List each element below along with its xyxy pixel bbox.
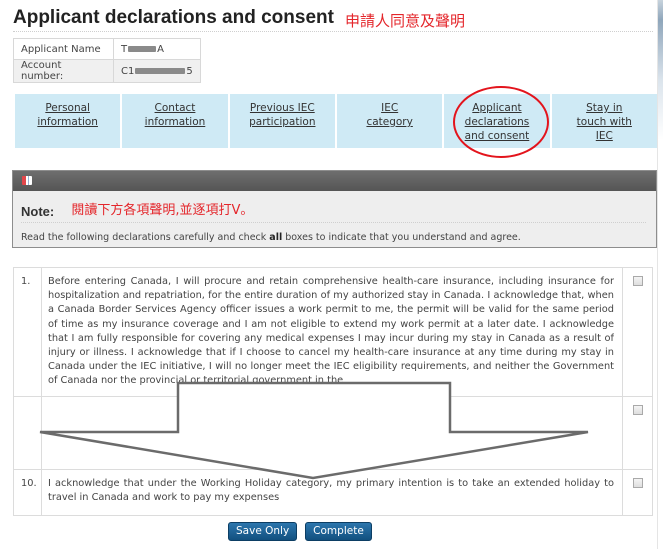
- note-text-bold: all: [269, 232, 283, 243]
- applicant-name-suffix: A: [157, 43, 164, 55]
- step-applicant-declarations: Applicant declarations and consent: [444, 94, 550, 148]
- note-panel: Note: 閱讀下方各項聲明,並逐項打V。 Read the following…: [12, 170, 657, 248]
- note-title-row: Note: 閱讀下方各項聲明,並逐項打V。: [21, 199, 646, 223]
- declaration-number: 1.: [13, 267, 42, 397]
- note-label: Note:: [21, 204, 55, 219]
- redaction-bar: [128, 45, 157, 52]
- step-link[interactable]: Applicant declarations and consent: [464, 101, 530, 143]
- account-number-value: C1 5: [113, 59, 201, 83]
- account-number-suffix: 5: [186, 65, 193, 77]
- page-title: Applicant declarations and consent: [13, 7, 334, 28]
- step-link[interactable]: Previous IEC participation: [247, 101, 317, 129]
- note-panel-header: [13, 171, 656, 191]
- declaration-checkbox-cell: [622, 396, 653, 470]
- save-only-button[interactable]: Save Only: [228, 522, 298, 541]
- page-header: Applicant declarations and consent 申請人同意…: [13, 5, 653, 32]
- step-link[interactable]: IEC category: [365, 101, 415, 129]
- step-personal-information: Personal information: [15, 94, 121, 148]
- applicant-name-prefix: T: [121, 43, 128, 55]
- declaration-checkbox[interactable]: [632, 405, 643, 415]
- progress-steps: Personal information Contact information…: [15, 94, 657, 148]
- book-icon: [22, 176, 32, 185]
- applicant-name-label: Applicant Name: [13, 38, 114, 60]
- declaration-text-cell: Before entering Canada, I will procure a…: [41, 267, 623, 397]
- step-iec-category: IEC category: [336, 94, 443, 148]
- declaration-number: 10.: [13, 469, 42, 516]
- step-stay-in-touch: Stay in touch with IEC: [551, 94, 657, 148]
- declaration-checkbox-cell: [622, 469, 653, 516]
- note-annotation: 閱讀下方各項聲明,並逐項打V。: [71, 203, 254, 218]
- declaration-checkbox[interactable]: [632, 478, 643, 488]
- declaration-number: [13, 396, 42, 470]
- declaration-row: [13, 396, 653, 470]
- declarations-table: 1. Before entering Canada, I will procur…: [13, 267, 653, 516]
- account-number-prefix: C1: [121, 65, 135, 77]
- window-edge: [657, 0, 663, 549]
- applicant-name-row: Applicant Name TA: [13, 38, 201, 60]
- declaration-text: I acknowledge that under the Working Hol…: [41, 469, 623, 516]
- note-text-part: Read the following declarations carefull…: [21, 232, 270, 243]
- applicant-name-value: TA: [113, 38, 201, 60]
- title-annotation: 申請人同意及聲明: [345, 12, 466, 30]
- declaration-row: 1. Before entering Canada, I will procur…: [13, 267, 653, 397]
- declaration-checkbox-cell: [622, 267, 653, 397]
- applicant-info-table: Applicant Name TA Account number: C1 5: [13, 38, 201, 83]
- account-number-row: Account number: C1 5: [13, 59, 201, 83]
- declaration-text: Before entering Canada, I will procure a…: [48, 276, 614, 387]
- step-contact-information: Contact information: [122, 94, 228, 148]
- note-text-part: boxes to indicate that you understand an…: [282, 232, 521, 243]
- declaration-checkbox[interactable]: [632, 276, 643, 286]
- note-text: Read the following declarations carefull…: [21, 232, 656, 243]
- step-previous-iec-participation: Previous IEC participation: [229, 94, 335, 148]
- declaration-text: [41, 396, 623, 470]
- account-number-label: Account number:: [13, 59, 114, 83]
- declaration-row: 10. I acknowledge that under the Working…: [13, 469, 653, 516]
- redaction-bar: [135, 67, 186, 74]
- step-link[interactable]: Stay in touch with IEC: [575, 101, 633, 143]
- step-link[interactable]: Contact information: [143, 101, 207, 129]
- step-link[interactable]: Personal information: [36, 101, 100, 129]
- action-buttons: Save Only Complete: [228, 522, 372, 541]
- complete-button[interactable]: Complete: [305, 522, 372, 541]
